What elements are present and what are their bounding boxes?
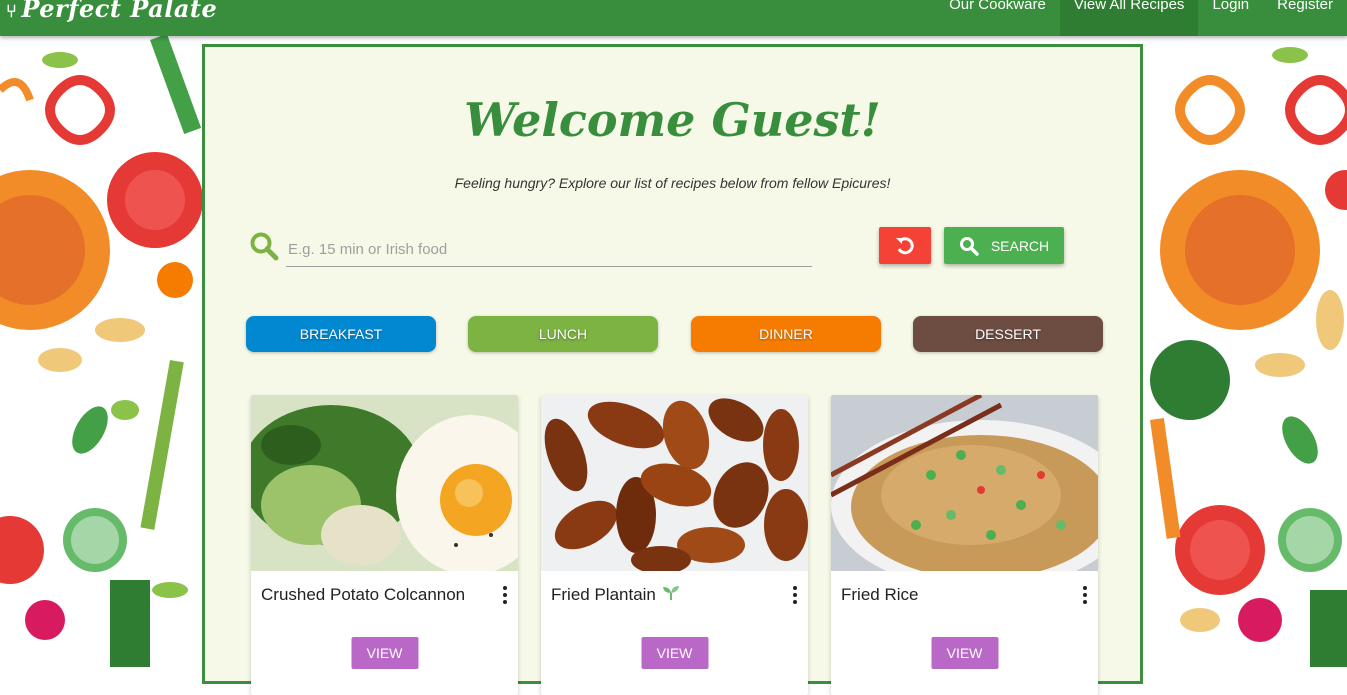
category-lunch-button[interactable]: Lunch xyxy=(468,316,658,352)
nav-link-our-cookware[interactable]: Our Cookware xyxy=(935,0,1060,36)
vegetarian-sprout-icon xyxy=(662,586,679,600)
more-options-icon[interactable] xyxy=(1082,586,1088,606)
recipe-image-plantain[interactable] xyxy=(541,395,808,571)
recipe-image-fried-rice[interactable] xyxy=(831,395,1098,571)
reset-search-button[interactable] xyxy=(879,227,931,264)
recipes-panel: Welcome Guest! Feeling hungry? Explore o… xyxy=(202,44,1143,695)
category-dessert-button[interactable]: Dessert xyxy=(913,316,1103,352)
search-button-label: Search xyxy=(990,237,1050,254)
nav-link-register[interactable]: Register xyxy=(1263,0,1347,36)
top-navbar: ⑂ Perfect Palate Our Cookware View All Re… xyxy=(0,0,1347,36)
more-options-icon[interactable] xyxy=(792,586,798,606)
search-icon xyxy=(250,232,279,261)
recipe-title: Crushed Potato Colcannon xyxy=(261,585,466,604)
welcome-heading: Welcome Guest! xyxy=(464,93,881,147)
tagline: Feeling hungry? Explore our list of reci… xyxy=(454,175,891,191)
brand-name: Perfect Palate xyxy=(21,0,218,23)
recipe-image-colcannon[interactable] xyxy=(251,395,518,571)
category-dinner-button[interactable]: Dinner xyxy=(691,316,881,352)
more-options-icon[interactable] xyxy=(502,586,508,606)
recipe-title-wrap: Fried Plantain xyxy=(551,585,681,605)
search-button-icon xyxy=(959,236,979,256)
view-recipe-button[interactable]: View xyxy=(931,637,998,669)
search-button[interactable]: Search xyxy=(944,227,1064,264)
recipe-card: Crushed Potato Colcannon View xyxy=(251,395,518,695)
recipe-photo xyxy=(831,395,1098,571)
nav-links: Our Cookware View All Recipes Login Regi… xyxy=(935,0,1347,36)
recipe-card: Fried Rice View xyxy=(831,395,1098,695)
recipe-title: Fried Plantain xyxy=(551,585,656,604)
recipe-photo xyxy=(541,395,808,571)
recipe-photo xyxy=(251,395,518,571)
recipe-card: Fried Plantain View xyxy=(541,395,808,695)
recipe-title: Fried Rice xyxy=(841,585,919,604)
nav-link-login[interactable]: Login xyxy=(1198,0,1263,36)
nav-link-view-all-recipes[interactable]: View All Recipes xyxy=(1059,0,1199,36)
brand-logo[interactable]: ⑂ Perfect Palate xyxy=(6,0,217,23)
view-recipe-button[interactable]: View xyxy=(641,637,708,669)
search-input[interactable] xyxy=(286,233,812,267)
fork-icon: ⑂ xyxy=(6,1,18,22)
undo-icon xyxy=(896,236,914,254)
view-recipe-button[interactable]: View xyxy=(351,637,418,669)
category-breakfast-button[interactable]: Breakfast xyxy=(246,316,436,352)
